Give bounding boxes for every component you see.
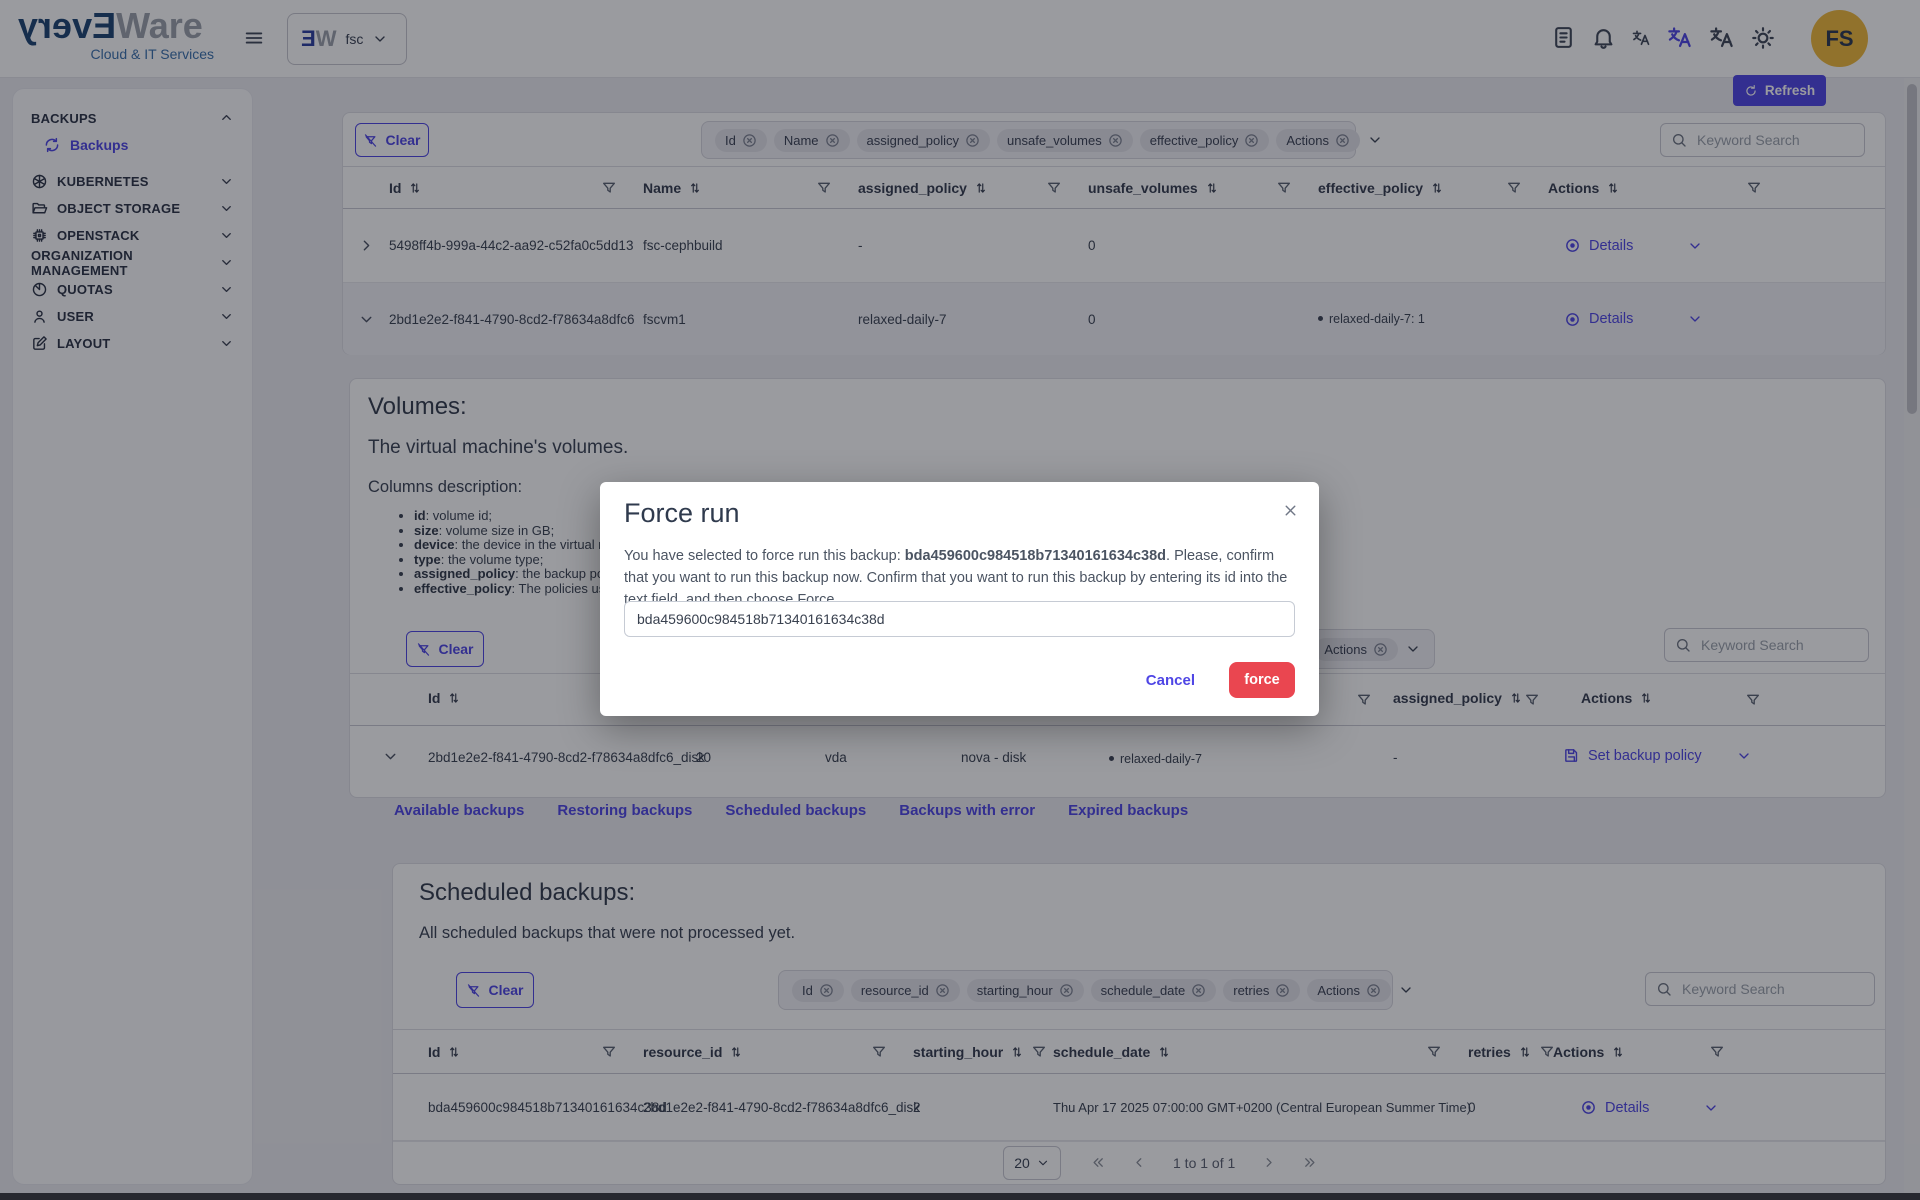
cancel-button[interactable]: Cancel — [1146, 672, 1195, 689]
backup-id-text: bda459600c984518b71340161634c38d — [905, 548, 1166, 564]
app-screen: EveryWare Cloud & IT Services EW fsc FS … — [0, 0, 1920, 1200]
dialog-title: Force run — [624, 498, 740, 529]
close-icon[interactable] — [1282, 502, 1299, 520]
force-run-dialog: Force run You have selected to force run… — [600, 482, 1319, 716]
force-button[interactable]: force — [1229, 662, 1295, 698]
backup-id-confirm-input[interactable] — [624, 601, 1295, 637]
dialog-actions: Cancel force — [1146, 662, 1295, 698]
